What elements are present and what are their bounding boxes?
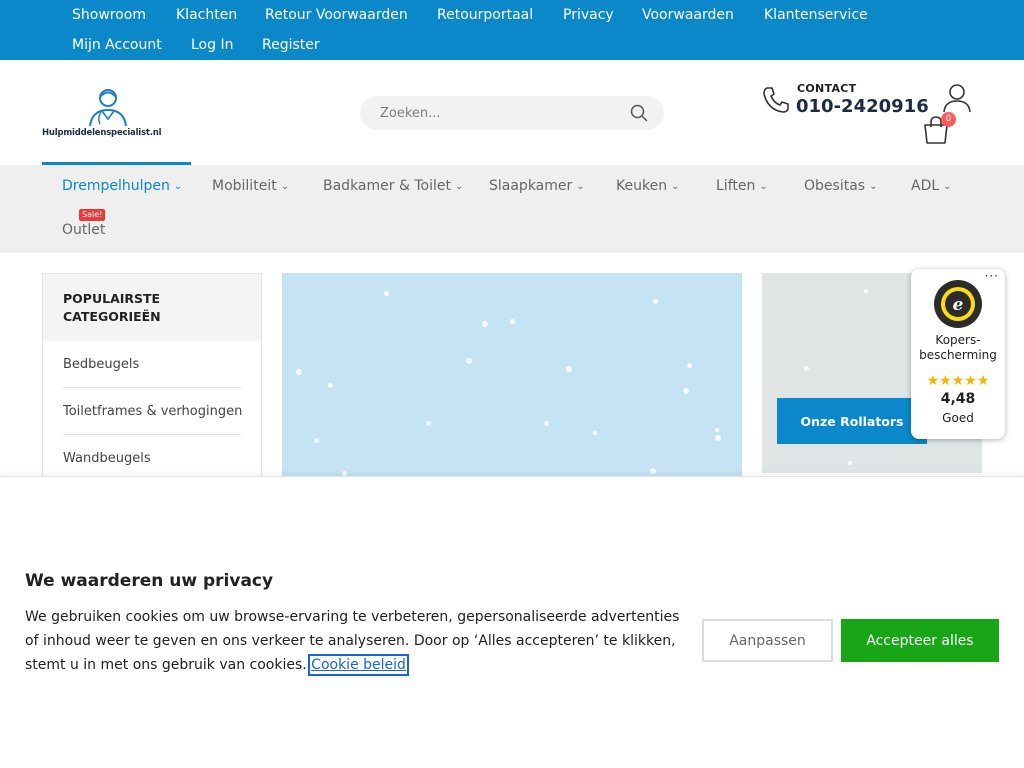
category-link-bedbeugels[interactable]: Bedbeugels	[63, 357, 139, 372]
topbar-link-log-in[interactable]: Log In	[191, 36, 233, 54]
topbar-link-mijn-account[interactable]: Mijn Account	[72, 36, 162, 54]
topbar-link-privacy[interactable]: Privacy	[563, 6, 614, 24]
snowflake	[314, 438, 319, 443]
cart-count-badge: 0	[941, 112, 956, 127]
rating-score: 4,48	[940, 391, 976, 407]
hero-banner[interactable]	[282, 273, 742, 478]
chevron-down-icon: ⌄	[759, 181, 768, 192]
snowflake	[566, 366, 572, 372]
chevron-down-icon: ⌄	[671, 181, 680, 192]
chevron-down-icon: ⌄	[869, 181, 878, 192]
chevron-down-icon: ⌄	[454, 181, 464, 192]
topbar-link-klachten[interactable]: Klachten	[176, 6, 237, 24]
trusted-shops-seal-icon: e	[934, 280, 982, 328]
snowflake	[544, 421, 549, 426]
logo-person-icon	[89, 89, 127, 127]
snowflake	[864, 289, 868, 293]
topbar-link-retour-voorwaarden[interactable]: Retour Voorwaarden	[265, 6, 408, 24]
topbar-link-showroom[interactable]: Showroom	[72, 6, 146, 24]
buyer-protection-label: Kopers-bescherming	[919, 333, 997, 362]
nav-label: Slaapkamer	[489, 178, 573, 194]
topbar-link-register[interactable]: Register	[262, 36, 320, 54]
snowflake	[426, 421, 431, 426]
snowflake	[296, 369, 302, 375]
more-options-icon[interactable]: ···	[985, 269, 999, 283]
category-sidebar: POPULAIRSTE CATEGORIEËN Bedbeugels Toile…	[42, 273, 262, 483]
sidebar-header: POPULAIRSTE CATEGORIEËN	[43, 274, 261, 341]
top-bar: Showroom Klachten Retour Voorwaarden Ret…	[0, 0, 1024, 60]
main-nav: Drempelhulpen ⌄ Mobiliteit ⌄ Badkamer & To…	[0, 162, 1024, 253]
snowflake	[715, 435, 721, 441]
nav-item-drempelhulpen[interactable]: Drempelhulpen ⌄	[62, 178, 182, 194]
nav-label: Mobiliteit	[212, 178, 277, 194]
chevron-down-icon: ⌄	[576, 181, 585, 192]
nav-active-indicator	[42, 162, 191, 165]
nav-item-badkamer-toilet[interactable]: Badkamer & Toilet ⌄	[323, 178, 463, 194]
nav-label: Keuken	[616, 178, 668, 194]
contact-label: CONTACT	[797, 82, 857, 95]
nav-item-liften[interactable]: Liften ⌄	[716, 178, 768, 194]
snowflake	[510, 319, 515, 324]
snowflake	[593, 431, 597, 435]
accept-all-button[interactable]: Accepteer alles	[841, 619, 999, 662]
nav-label: Badkamer & Toilet	[323, 178, 451, 194]
sidebar-title: POPULAIRSTE CATEGORIEËN	[63, 291, 161, 324]
nav-item-keuken[interactable]: Keuken ⌄	[616, 178, 679, 194]
trusted-shops-widget[interactable]: ··· e Kopers-bescherming ★★★★★ 4,48 Goed	[911, 269, 1005, 439]
snowflake	[687, 363, 692, 368]
nav-item-obesitas[interactable]: Obesitas ⌄	[804, 178, 877, 194]
nav-label: Drempelhulpen	[62, 178, 170, 194]
cookie-title: We waarderen uw privacy	[25, 571, 274, 591]
snowflake	[482, 321, 488, 327]
divider	[63, 434, 241, 435]
nav-item-mobiliteit[interactable]: Mobiliteit ⌄	[212, 178, 289, 194]
topbar-link-klantenservice[interactable]: Klantenservice	[764, 6, 868, 24]
nav-label: Obesitas	[804, 178, 866, 194]
category-link-wandbeugels[interactable]: Wandbeugels	[63, 451, 151, 466]
snowflake	[650, 468, 656, 474]
search-input[interactable]	[360, 96, 620, 130]
snowflake	[848, 461, 852, 465]
category-link-toiletframes[interactable]: Toiletframes & verhogingen	[63, 404, 242, 419]
nav-item-outlet[interactable]: Outlet	[62, 222, 105, 238]
snowflake	[715, 428, 719, 432]
site-header: Hulpmiddelenspecialist.nl CONTACT 010-24…	[0, 60, 1024, 165]
rollators-button[interactable]: Onze Rollators	[777, 398, 927, 444]
site-logo[interactable]: Hulpmiddelenspecialist.nl	[42, 86, 177, 142]
search-bar	[360, 96, 664, 130]
search-icon[interactable]	[630, 104, 648, 122]
nav-label: Liften	[716, 178, 756, 194]
rating-grade: Goed	[942, 411, 974, 425]
rating-stars-icon: ★★★★★	[926, 373, 990, 389]
nav-label: ADL	[911, 178, 940, 194]
snowflake	[384, 291, 389, 296]
divider	[63, 387, 241, 388]
snowflake	[683, 388, 689, 394]
topbar-link-retourportaal[interactable]: Retourportaal	[437, 6, 533, 24]
snowflake	[653, 299, 658, 304]
account-icon[interactable]	[941, 82, 973, 114]
sale-badge: Sale!	[79, 209, 106, 221]
snowflake	[466, 358, 472, 364]
chevron-down-icon: ⌄	[280, 181, 290, 192]
svg-text:e: e	[953, 295, 964, 315]
chevron-down-icon: ⌄	[173, 181, 183, 192]
chevron-down-icon: ⌄	[943, 181, 952, 192]
logo-text: Hulpmiddelenspecialist.nl	[42, 128, 162, 138]
nav-item-adl[interactable]: ADL ⌄	[911, 178, 952, 194]
snowflake	[328, 383, 333, 388]
phone-icon	[763, 87, 789, 113]
nav-item-slaapkamer[interactable]: Slaapkamer ⌄	[489, 178, 585, 194]
cookie-policy-link[interactable]: Cookie beleid	[308, 654, 409, 676]
contact-phone[interactable]: 010-2420916	[796, 96, 929, 117]
cookie-description: We gebruiken cookies om uw browse-ervari…	[25, 605, 695, 677]
customize-button[interactable]: Aanpassen	[702, 619, 833, 662]
cookie-consent-banner: We waarderen uw privacy We gebruiken coo…	[0, 476, 1024, 768]
topbar-link-voorwaarden[interactable]: Voorwaarden	[642, 6, 734, 24]
snowflake	[804, 366, 809, 371]
